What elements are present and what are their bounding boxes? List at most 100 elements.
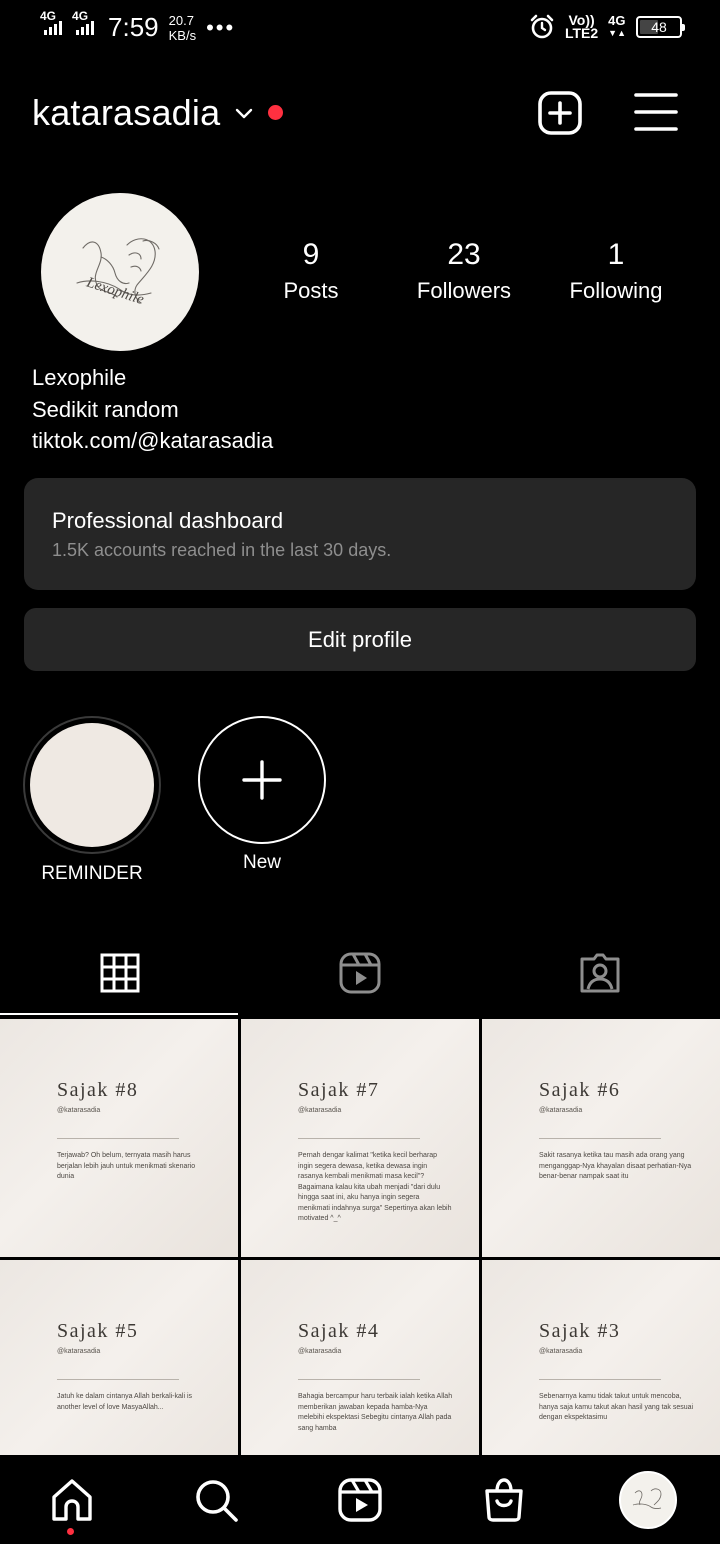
network-speed: 20.7 KB/s (169, 13, 196, 43)
tab-reels[interactable] (240, 930, 480, 1016)
highlight-ring (23, 716, 161, 854)
profile-tabs (0, 930, 720, 1016)
notification-dot (268, 105, 283, 120)
network-type-1: 4G (40, 8, 57, 23)
following-count-label: Following (569, 278, 663, 303)
post-text: Terjawab? Oh belum, ternyata masih harus… (57, 1152, 196, 1180)
dashboard-title: Professional dashboard (52, 508, 284, 533)
grid-icon (100, 953, 140, 993)
tagged-person-icon (580, 953, 620, 993)
nav-shop[interactable] (432, 1455, 576, 1544)
following-count[interactable]: 1 Following (556, 238, 676, 304)
svg-text:Lexophile: Lexophile (84, 274, 146, 308)
post-tile[interactable]: Sajak #5 @katarasadia Jatuh ke dalam cin… (0, 1260, 238, 1455)
nav-search[interactable] (144, 1455, 288, 1544)
post-divider (57, 1138, 179, 1139)
plus-icon (242, 760, 282, 800)
following-count-value: 1 (607, 238, 625, 271)
tab-tagged[interactable] (480, 930, 720, 1016)
post-handle: @katarasadia (57, 1348, 101, 1355)
reels-icon (339, 952, 381, 994)
create-post-button[interactable] (537, 90, 583, 136)
post-text: Sakit rasanya ketika tau masih ada orang… (539, 1152, 692, 1180)
post-text: Bahagia bercampur haru terbaik ialah ket… (298, 1393, 453, 1432)
post-text: Jatuh ke dalam cintanya Allah berkali-ka… (57, 1393, 193, 1411)
followers-count[interactable]: 23 Followers (404, 238, 524, 304)
profile-header: katarasadia (0, 80, 720, 146)
new-highlight-button[interactable]: New (192, 716, 332, 874)
speed-unit: KB/s (168, 27, 197, 43)
signal-2-icon: 4G (72, 9, 95, 35)
posts-count-value: 9 (302, 238, 320, 271)
line-art-face-logo: Lexophile (76, 238, 160, 308)
hamburger-menu-icon[interactable] (634, 92, 678, 132)
nav-home[interactable] (0, 1455, 144, 1544)
clock: 7:59 (108, 12, 159, 42)
post-text: Pernah dengar kalimat "ketika kecil berh… (298, 1152, 452, 1222)
volte-indicator: Vo)) LTE2 (564, 13, 599, 41)
home-icon (52, 1478, 92, 1521)
bio-text: Sedikit random (32, 396, 179, 422)
search-icon (196, 1479, 238, 1522)
username-switcher[interactable]: katarasadia (32, 92, 220, 134)
reels-icon (338, 1477, 382, 1522)
post-handle: @katarasadia (539, 1348, 583, 1355)
post-tile[interactable]: Sajak #3 @katarasadia Sebenarnya kamu ti… (482, 1260, 720, 1455)
nav-profile[interactable] (576, 1455, 720, 1544)
posts-count[interactable]: 9 Posts (264, 238, 358, 304)
post-divider (57, 1379, 179, 1380)
profile-avatar[interactable]: Lexophile (41, 193, 199, 351)
highlight-reminder[interactable]: REMINDER (22, 716, 162, 885)
nav-reels[interactable] (288, 1455, 432, 1544)
highlight-label: REMINDER (41, 863, 143, 884)
signal-1-icon: 4G (40, 9, 63, 35)
active-tab-indicator (0, 1013, 238, 1015)
post-divider (539, 1379, 661, 1380)
add-highlight-circle (198, 716, 326, 844)
data-network-icon: 4G ▼▲ (608, 13, 626, 38)
status-left: 4G 4G 7:59 20.7 KB/s ••• (40, 9, 236, 43)
lte-label: LTE2 (564, 25, 599, 41)
status-bar: 4G 4G 7:59 20.7 KB/s ••• Vo)) LTE2 4G ▼▲ (0, 0, 720, 56)
posts-grid: Sajak #8 @katarasadia Terjawab? Oh belum… (0, 1019, 720, 1455)
battery-level: 48 (651, 19, 667, 35)
post-title: Sajak #8 (57, 1079, 139, 1101)
post-tile[interactable]: Sajak #8 @katarasadia Terjawab? Oh belum… (0, 1019, 238, 1257)
alarm-icon (530, 14, 554, 39)
tab-posts-grid[interactable] (0, 930, 240, 1016)
bio-name: Lexophile (32, 365, 127, 390)
post-title: Sajak #4 (298, 1320, 380, 1342)
post-tile[interactable]: Sajak #4 @katarasadia Bahagia bercampur … (241, 1260, 479, 1455)
dashboard-subtitle: 1.5K accounts reached in the last 30 day… (52, 540, 392, 560)
more-notifications-icon: ••• (206, 14, 236, 40)
followers-count-value: 23 (447, 238, 481, 271)
post-handle: @katarasadia (539, 1107, 583, 1114)
post-title: Sajak #3 (539, 1320, 621, 1342)
data-network-label: 4G (608, 13, 626, 28)
line-art-face-logo-small (632, 1487, 662, 1509)
followers-count-label: Followers (416, 278, 512, 303)
shop-icon (485, 1477, 523, 1522)
post-handle: @katarasadia (57, 1107, 101, 1114)
profile-bio: Lexophile Sedikit random tiktok.com/@kat… (32, 362, 273, 457)
battery-icon: 48 (636, 16, 685, 38)
status-right: Vo)) LTE2 4G ▼▲ 48 (529, 13, 685, 41)
post-title: Sajak #5 (57, 1320, 139, 1342)
posts-count-label: Posts (283, 278, 339, 303)
post-handle: @katarasadia (298, 1348, 342, 1355)
profile-avatar-small (619, 1470, 677, 1529)
highlight-cover (30, 723, 154, 847)
post-handle: @katarasadia (298, 1107, 342, 1114)
speed-value: 20.7 (168, 12, 194, 28)
post-tile[interactable]: Sajak #6 @katarasadia Sakit rasanya keti… (482, 1019, 720, 1257)
post-divider (298, 1138, 420, 1139)
post-tile[interactable]: Sajak #7 @katarasadia Pernah dengar kali… (241, 1019, 479, 1257)
post-divider (298, 1379, 420, 1380)
bio-link[interactable]: tiktok.com/@katarasadia (32, 425, 273, 457)
edit-profile-button[interactable]: Edit profile (24, 608, 696, 671)
bottom-navigation (0, 1455, 720, 1544)
post-title: Sajak #6 (539, 1079, 621, 1101)
chevron-down-icon[interactable] (233, 102, 255, 124)
professional-dashboard-card[interactable]: Professional dashboard 1.5K accounts rea… (24, 478, 696, 590)
post-text: Sebenarnya kamu tidak takut untuk mencob… (539, 1393, 694, 1421)
